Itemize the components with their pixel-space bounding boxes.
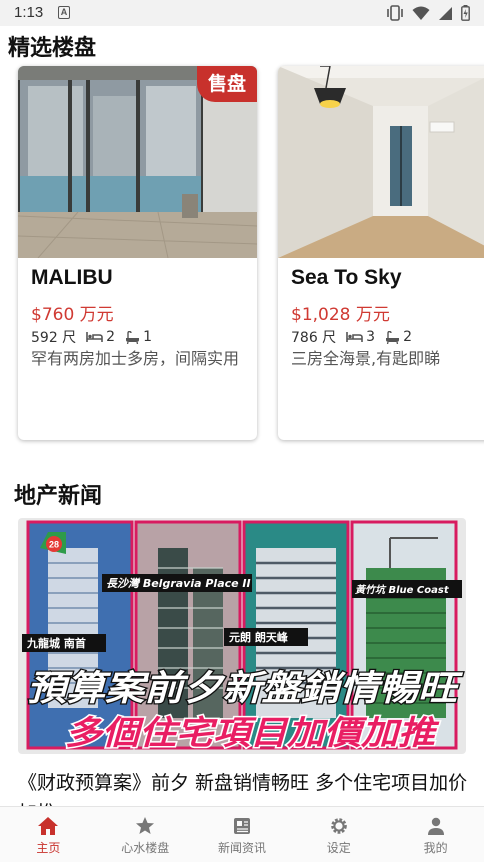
property-area: 786 尺 [291,330,337,346]
nav-item-profile[interactable]: 我的 [387,807,484,862]
nav-label: 心水楼盘 [121,841,170,855]
status-bar: 1:13 A [0,0,484,26]
bath-icon [126,330,140,344]
nav-label: 新闻资讯 [217,841,266,855]
bath-icon [386,330,400,344]
news-image-label-3: 九龍城 南首 [26,636,86,650]
property-specs: 592 尺 2 1 [31,327,152,347]
bed-icon [86,332,103,342]
news-image-line-2: 多個住宅項目加價加推 [65,713,439,752]
nav-label: 设定 [326,841,351,855]
star-icon [136,817,155,834]
property-photo: 售盘 [278,66,484,258]
vibrate-icon [387,5,403,21]
notification-icon: A [58,6,70,19]
news-image-line-1: 預算案前夕新盤銷情暢旺 [27,669,464,709]
property-card-malibu[interactable]: 售盘 MALIBU $760 万元 592 尺 2 1 罕有两房加士多房，间隔实… [18,66,257,440]
bedroom-count: 3 [366,329,376,345]
featured-section-title: 精选楼盘 [8,36,97,61]
news-article-image[interactable]: 28 長沙灣 Belgravia Place II 黃竹坑 Blue Coast… [18,518,466,754]
sale-badge: 售盘 [197,66,257,102]
signal-icon [439,6,452,20]
property-name: Sea To Sky [291,266,402,289]
status-time: 1:13 [14,4,44,21]
newspaper-icon [233,818,250,834]
bathroom-count: 2 [403,329,413,345]
wifi-icon [412,6,430,20]
nav-label: 主页 [36,841,61,855]
battery-icon [461,5,470,21]
status-icons [386,3,470,23]
home-icon [38,817,59,835]
property-card-sea-to-sky[interactable]: 售盘 Sea To Sky $1,028 万元 786 尺 3 2 三房全海景,… [278,66,484,440]
property-description: 罕有两房加士多房，间隔实用 [31,349,240,368]
property-specs: 786 尺 3 2 [291,327,412,347]
bedroom-count: 2 [106,329,116,345]
news-image-label-4: 元朗 朗天峰 [229,630,289,644]
news-section-title: 地产新闻 [14,484,103,509]
nav-item-home[interactable]: 主页 [0,807,97,862]
property-price: $1,028 万元 [291,305,390,325]
news-image-label-1: 長沙灣 Belgravia Place II [106,577,251,590]
nav-item-favorites[interactable]: 心水楼盘 [97,807,194,862]
bed-icon [346,332,363,342]
property-photo: 售盘 [18,66,257,258]
property-price: $760 万元 [31,305,114,325]
news-image-label-2: 黃竹坑 Blue Coast [354,584,450,596]
property-name: MALIBU [31,266,113,289]
nav-label: 我的 [423,841,448,855]
nav-item-settings[interactable]: 设定 [290,807,387,862]
bottom-navigation: 主页 心水楼盘 新闻资讯 设定 我的 [0,806,484,862]
bathroom-count: 1 [143,329,153,345]
nav-item-news[interactable]: 新闻资讯 [194,807,291,862]
person-icon [427,817,444,835]
gear-icon [330,818,347,834]
news-image-badge: 28 [49,540,59,550]
property-description: 三房全海景,有匙即睇 [291,349,441,368]
property-area: 592 尺 [31,330,77,346]
